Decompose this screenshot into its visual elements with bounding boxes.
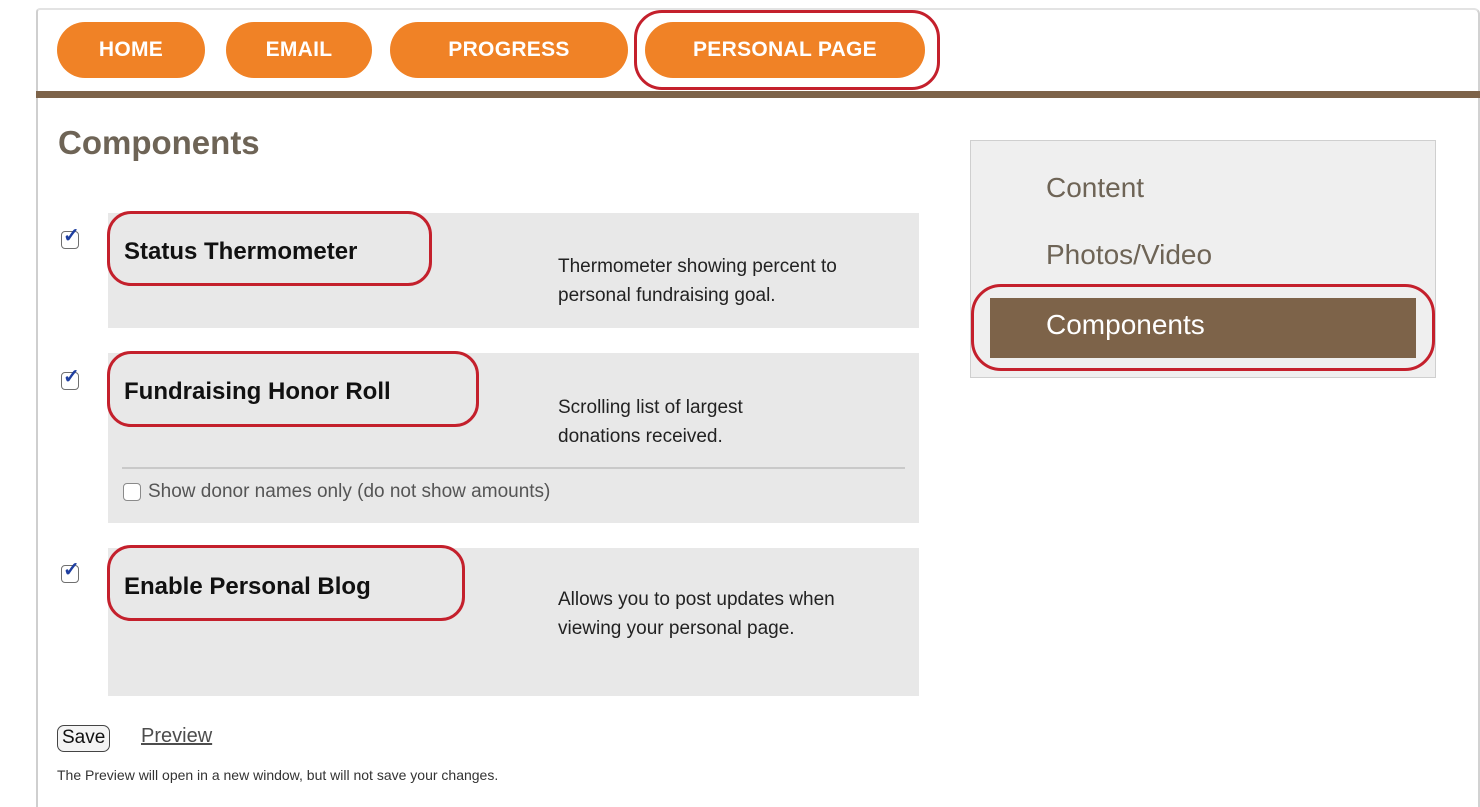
option-divider xyxy=(122,467,905,469)
tab-email[interactable]: EMAIL xyxy=(226,22,372,78)
enable-personal-blog-checkbox[interactable]: ✓ xyxy=(61,560,80,583)
nav-divider xyxy=(36,91,1480,98)
tab-home[interactable]: HOME xyxy=(57,22,205,78)
enable-personal-blog-label: Enable Personal Blog xyxy=(124,573,371,600)
page-title: Components xyxy=(58,124,260,161)
status-thermometer-description: Thermometer showing percent to personal … xyxy=(558,256,837,306)
tab-personal-page[interactable]: PERSONAL PAGE xyxy=(645,22,925,78)
tab-progress[interactable]: PROGRESS xyxy=(390,22,628,78)
preview-link[interactable]: Preview xyxy=(141,725,212,748)
enable-personal-blog-description: Allows you to post updates when viewing … xyxy=(558,589,835,639)
sidebar-item-content[interactable]: Content xyxy=(1046,172,1144,204)
donor-names-only-label: Show donor names only (do not show amoun… xyxy=(148,481,551,502)
sidebar-item-photos-video[interactable]: Photos/Video xyxy=(1046,239,1212,271)
status-thermometer-checkbox[interactable]: ✓ xyxy=(61,226,80,249)
fundraising-honor-roll-checkbox[interactable]: ✓ xyxy=(61,367,80,390)
sidebar-item-components-label[interactable]: Components xyxy=(1046,309,1205,341)
fundraising-honor-roll-description: Scrolling list of largest donations rece… xyxy=(558,397,743,447)
fundraising-honor-roll-label: Fundraising Honor Roll xyxy=(124,378,391,405)
status-thermometer-label: Status Thermometer xyxy=(124,238,358,265)
save-button[interactable]: Save xyxy=(57,725,111,752)
preview-note: The Preview will open in a new window, b… xyxy=(57,767,499,783)
donor-names-only-checkbox[interactable] xyxy=(123,483,141,501)
